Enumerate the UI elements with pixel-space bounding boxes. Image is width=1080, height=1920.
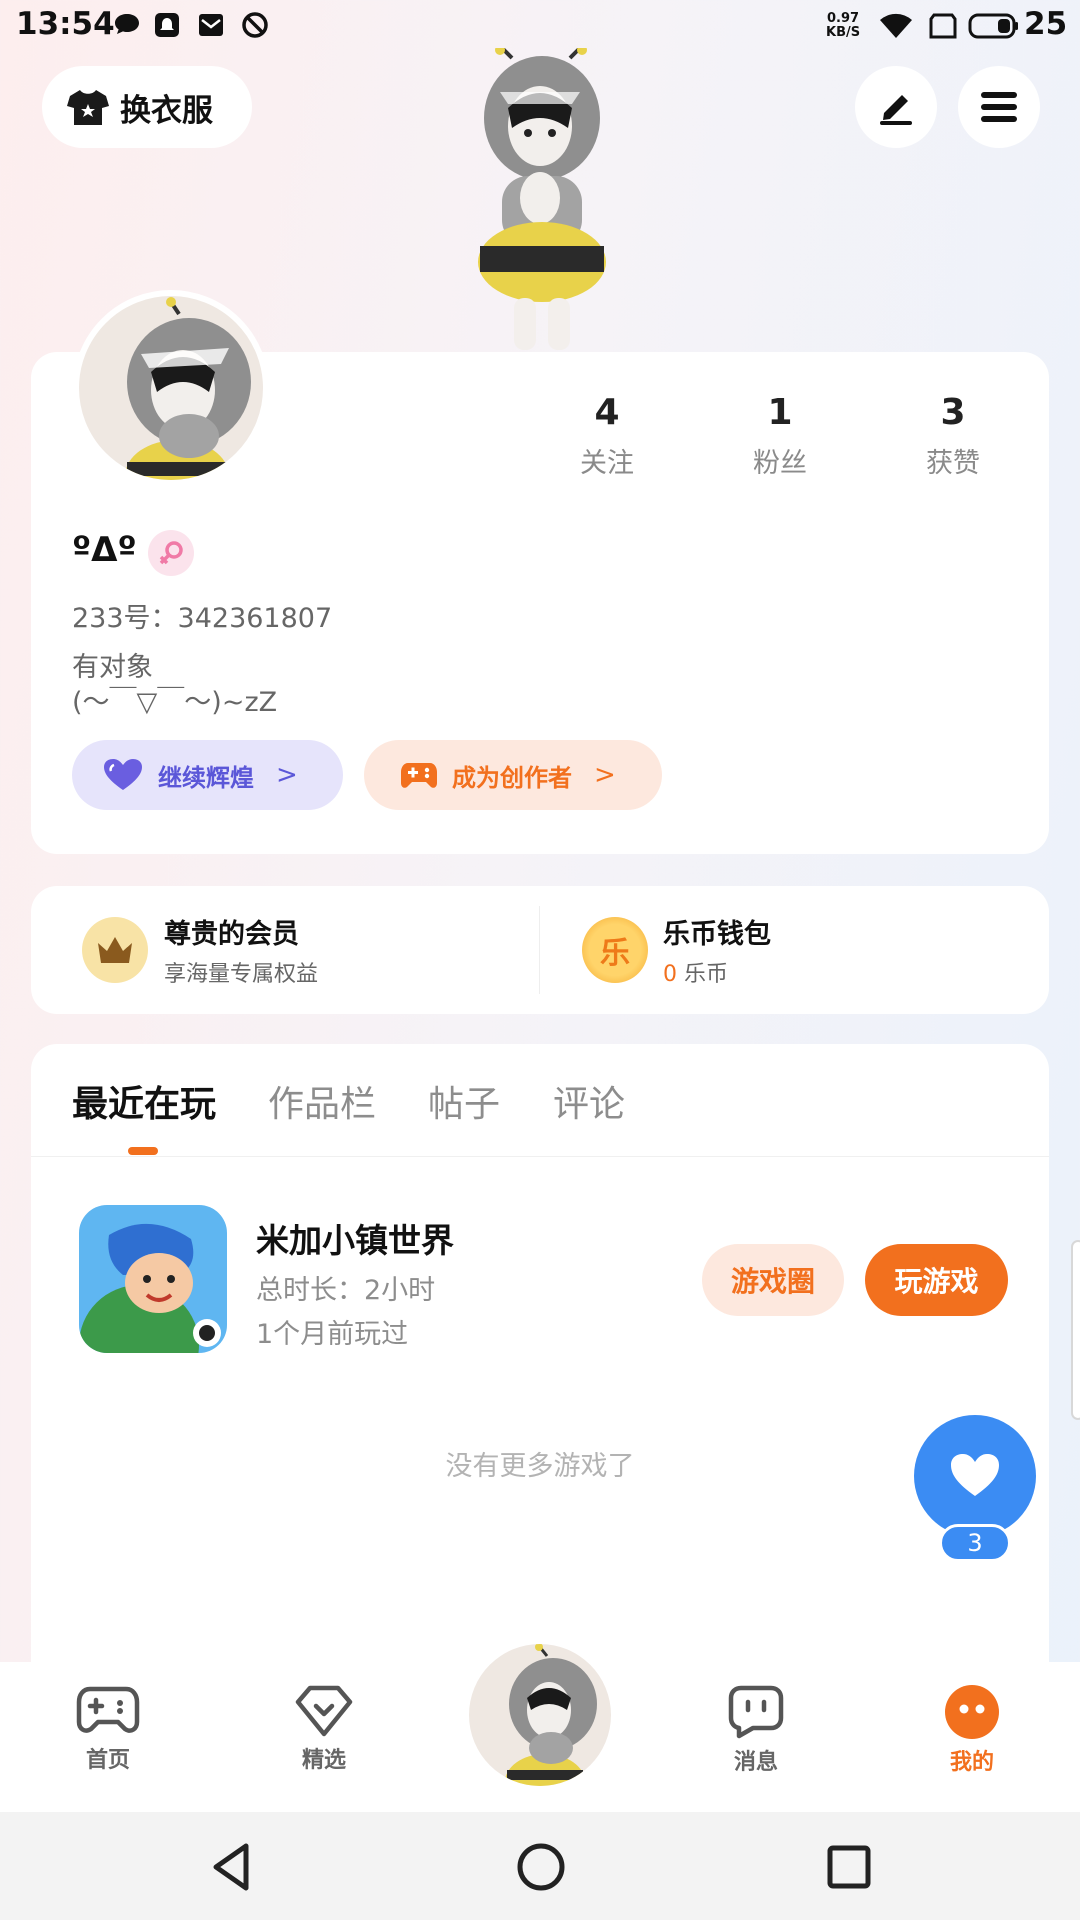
tab-indicator [128, 1147, 158, 1155]
divider [31, 1156, 1049, 1157]
nickname: ºΔº [72, 530, 137, 570]
stat-likes[interactable]: 3 获赞 [883, 392, 1023, 480]
chat-bubble-icon [115, 14, 139, 34]
bio-line: 有对象 [72, 652, 153, 683]
battery-icon [968, 13, 1018, 39]
tab-works[interactable]: 作品栏 [268, 1075, 376, 1127]
menu-button[interactable] [958, 66, 1040, 148]
game-last-played: 1个月前玩过 [256, 1319, 409, 1350]
chevron-right-icon: > [594, 760, 616, 790]
content-card [31, 1044, 1049, 1684]
vip-subtitle: 享海量专属权益 [164, 962, 319, 987]
purple-heart-icon [104, 759, 142, 790]
battery-level: 25 [1024, 6, 1068, 42]
hamburger-menu-icon [981, 92, 1017, 122]
like-count-badge: 3 [939, 1524, 1011, 1562]
stat-fans[interactable]: 1 粉丝 [710, 392, 850, 480]
bio-line: (〜￣▽￣〜)~zZ [72, 687, 278, 718]
stat-value: 4 [594, 392, 620, 433]
profile-dots-icon [945, 1685, 999, 1739]
nav-mine[interactable]: 我的 [912, 1684, 1032, 1776]
do-not-disturb-icon [242, 12, 268, 38]
game-name: 米加小镇世界 [256, 1221, 454, 1260]
stat-value: 3 [940, 392, 966, 433]
wallet-amount: 0 [663, 962, 677, 987]
tab-posts[interactable]: 帖子 [428, 1075, 500, 1127]
nav-avatar-button[interactable] [469, 1644, 611, 1786]
like-button[interactable] [914, 1415, 1036, 1537]
nav-label: 首页 [85, 1748, 130, 1773]
stat-label: 关注 [580, 448, 634, 479]
game-icon[interactable] [79, 1205, 227, 1353]
pencil-icon [880, 95, 912, 125]
gamepad-icon [76, 1686, 140, 1733]
avatar-portrait-image [505, 1644, 597, 1786]
user-id: 233号：342361807 [72, 603, 333, 634]
dress-up-label: 换衣服 [120, 92, 213, 129]
heart-badge-icon [295, 1685, 353, 1737]
tab-recently-played[interactable]: 最近在玩 [72, 1075, 216, 1127]
become-creator-button[interactable]: 成为创作者 > [364, 740, 662, 810]
avatar-portrait-image [125, 297, 251, 480]
le-coin-icon: 乐 [582, 917, 648, 983]
nav-messages[interactable]: 消息 [696, 1684, 816, 1776]
wifi-icon [880, 13, 912, 39]
continue-shine-button[interactable]: 继续辉煌 > [72, 740, 343, 810]
game-play-duration: 总时长：2小时 [256, 1275, 436, 1306]
avatar[interactable] [73, 290, 269, 486]
status-time: 13:54 [16, 6, 115, 42]
game-controller-icon [401, 763, 437, 788]
nav-label: 我的 [949, 1750, 994, 1775]
continue-shine-label: 继续辉煌 [158, 763, 254, 792]
wallet-title: 乐币钱包 [663, 919, 771, 950]
nav-label: 精选 [301, 1748, 346, 1773]
home-circle-icon[interactable] [514, 1840, 568, 1894]
stat-label: 获赞 [926, 448, 980, 479]
stat-following[interactable]: 4 关注 [537, 392, 677, 480]
vip-title: 尊贵的会员 [164, 919, 299, 950]
sim-icon [929, 13, 957, 39]
stat-label: 粉丝 [753, 448, 807, 479]
tab-comments[interactable]: 评论 [553, 1075, 625, 1127]
nav-home[interactable]: 首页 [48, 1684, 168, 1774]
shirt-icon [67, 90, 109, 125]
notification-bell-icon [155, 13, 179, 37]
back-icon[interactable] [206, 1840, 260, 1894]
recents-square-icon[interactable] [824, 1842, 874, 1892]
stat-value: 1 [767, 392, 793, 433]
wallet-balance: 0 乐币 [663, 956, 728, 988]
play-game-button[interactable]: 玩游戏 [865, 1244, 1008, 1316]
nav-featured[interactable]: 精选 [264, 1684, 384, 1774]
chat-icon [728, 1685, 784, 1739]
wallet-unit: 乐币 [684, 962, 729, 987]
become-creator-label: 成为创作者 [452, 763, 572, 792]
nav-label: 消息 [733, 1750, 778, 1775]
game-circle-button[interactable]: 游戏圈 [702, 1244, 844, 1316]
female-gender-icon [148, 530, 194, 576]
avatar-character-image [478, 48, 606, 350]
mail-icon [199, 14, 223, 36]
crown-icon [82, 917, 148, 983]
chevron-right-icon: > [276, 760, 298, 790]
network-speed: 0.97 KB/S [826, 11, 861, 40]
scroll-handle[interactable] [1071, 1240, 1080, 1420]
heart-icon [951, 1454, 999, 1496]
bio: 有对象 (〜￣▽￣〜)~zZ [72, 650, 277, 720]
dress-up-button[interactable]: 换衣服 [42, 66, 252, 148]
edit-profile-button[interactable] [855, 66, 937, 148]
